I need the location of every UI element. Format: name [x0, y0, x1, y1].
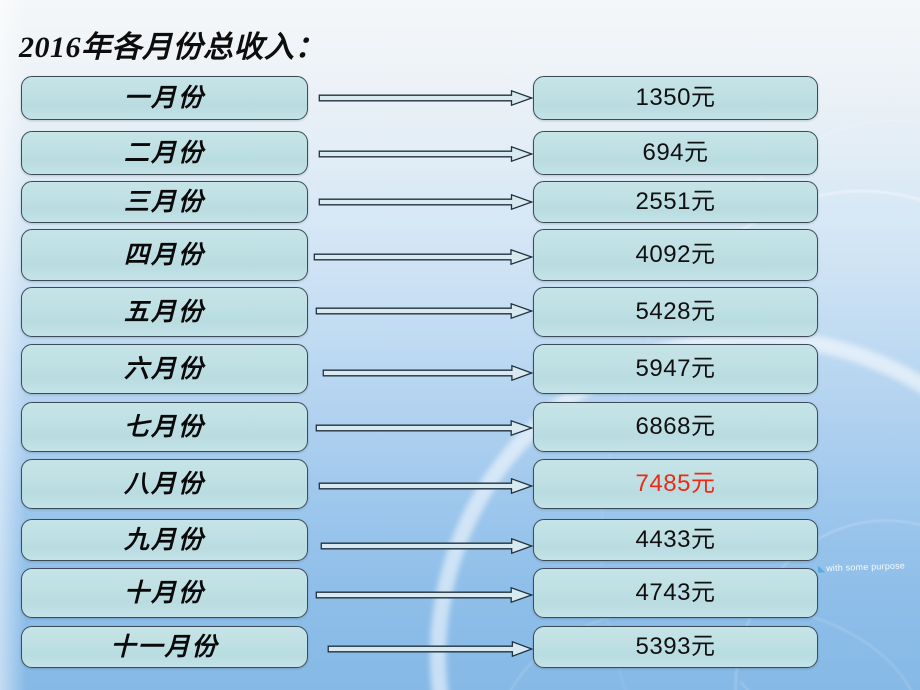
value-label: 4092元 — [635, 241, 716, 268]
month-label: 十一月份 — [110, 633, 219, 661]
month-box[interactable]: 十月份 — [21, 568, 308, 618]
month-label: 五月份 — [123, 298, 205, 326]
value-label: 5947元 — [635, 355, 716, 382]
value-box[interactable]: 5947元 — [533, 344, 818, 394]
month-box[interactable]: 二月份 — [21, 131, 308, 175]
month-box[interactable]: 九月份 — [21, 519, 308, 561]
value-label: 694元 — [642, 139, 709, 166]
month-box[interactable]: 七月份 — [21, 402, 308, 452]
value-box[interactable]: 5428元 — [533, 287, 818, 337]
month-box[interactable]: 十一月份 — [21, 626, 308, 668]
right-arrow-icon — [320, 538, 533, 554]
income-rows-list: 一月份 1350元二月份 694元三月份 2551元四月份 4092元五月份 5428元六… — [0, 0, 920, 690]
month-label: 七月份 — [123, 413, 205, 441]
month-box[interactable]: 五月份 — [21, 287, 308, 337]
right-arrow-icon — [318, 194, 533, 210]
month-label: 四月份 — [123, 241, 205, 269]
month-box[interactable]: 三月份 — [21, 181, 308, 223]
value-box[interactable]: 1350元 — [533, 76, 818, 120]
month-box[interactable]: 六月份 — [21, 344, 308, 394]
month-box[interactable]: 四月份 — [21, 229, 308, 281]
value-label: 1350元 — [635, 84, 716, 111]
right-arrow-icon — [315, 303, 533, 319]
month-label: 一月份 — [123, 84, 205, 112]
right-arrow-icon — [318, 90, 533, 106]
month-box[interactable]: 一月份 — [21, 76, 308, 120]
value-box[interactable]: 4433元 — [533, 519, 818, 561]
month-label: 六月份 — [123, 355, 205, 383]
value-label: 5393元 — [635, 633, 716, 660]
value-label: 6868元 — [635, 413, 716, 440]
value-box[interactable]: 4743元 — [533, 568, 818, 618]
month-label: 八月份 — [123, 470, 205, 498]
month-label: 九月份 — [123, 526, 205, 554]
right-arrow-icon — [315, 420, 533, 436]
right-arrow-icon — [327, 641, 533, 657]
right-arrow-icon — [313, 249, 533, 265]
right-arrow-icon — [318, 146, 533, 162]
value-box[interactable]: 7485元 — [533, 459, 818, 509]
month-label: 二月份 — [123, 139, 205, 167]
right-arrow-icon — [322, 365, 533, 381]
right-arrow-icon — [318, 478, 533, 494]
value-label: 2551元 — [635, 188, 716, 215]
right-arrow-icon — [315, 587, 533, 603]
value-label: 4433元 — [635, 526, 716, 553]
month-box[interactable]: 八月份 — [21, 459, 308, 509]
value-label: 5428元 — [635, 298, 716, 325]
value-label: 4743元 — [635, 579, 716, 606]
value-box[interactable]: 2551元 — [533, 181, 818, 223]
value-box[interactable]: 6868元 — [533, 402, 818, 452]
month-label: 三月份 — [123, 188, 205, 216]
value-label-highlighted: 7485元 — [635, 470, 716, 497]
slide-canvas: ◣with some purpose 2016年各月份总收入： 一月份 1350元… — [0, 0, 920, 690]
value-box[interactable]: 694元 — [533, 131, 818, 175]
value-box[interactable]: 5393元 — [533, 626, 818, 668]
value-box[interactable]: 4092元 — [533, 229, 818, 281]
month-label: 十月份 — [123, 579, 205, 607]
